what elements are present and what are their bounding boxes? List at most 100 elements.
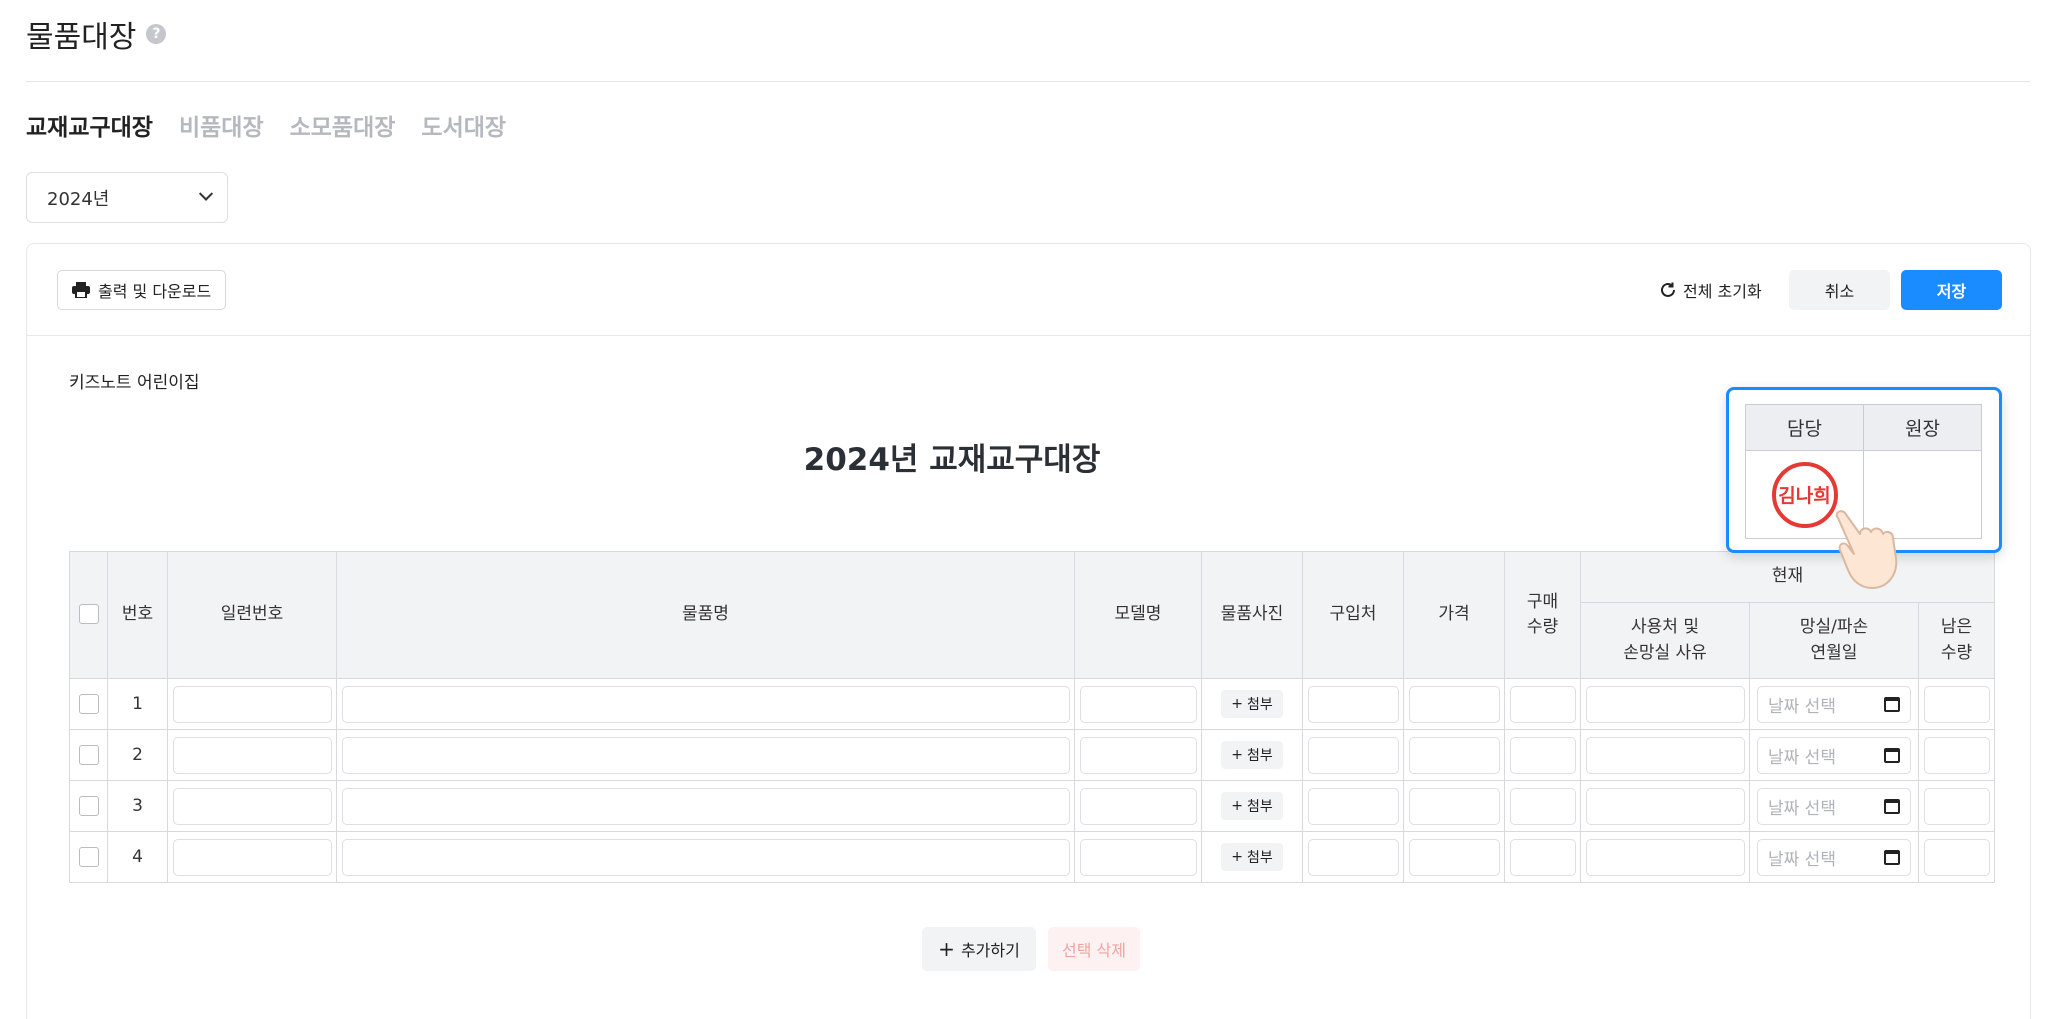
header-model: 모델명 <box>1074 551 1202 679</box>
item-name-input[interactable] <box>341 787 1070 825</box>
approval-header-manager: 담당 <box>1745 404 1864 451</box>
page-title-text: 물품대장 <box>26 20 137 55</box>
date-placeholder: 날짜 선택 <box>1768 849 1836 870</box>
usage-input[interactable] <box>1585 685 1745 723</box>
print-download-button[interactable]: 출력 및 다운로드 <box>57 270 227 310</box>
model-input[interactable] <box>1079 787 1197 825</box>
vendor-input[interactable] <box>1307 736 1399 774</box>
plus-icon: + <box>1231 849 1243 865</box>
serial-input[interactable] <box>172 787 332 825</box>
item-name-input[interactable] <box>341 685 1070 723</box>
remaining-qty-input[interactable] <box>1923 736 1990 774</box>
serial-input[interactable] <box>172 838 332 876</box>
usage-input[interactable] <box>1585 838 1745 876</box>
date-placeholder: 날짜 선택 <box>1768 696 1836 717</box>
pointing-hand-icon <box>1835 510 1898 589</box>
header-vendor: 구입처 <box>1302 551 1404 679</box>
item-name-input[interactable] <box>341 838 1070 876</box>
header-number: 번호 <box>107 551 168 679</box>
price-input[interactable] <box>1408 787 1500 825</box>
vendor-input[interactable] <box>1307 685 1399 723</box>
serial-input[interactable] <box>172 736 332 774</box>
usage-input[interactable] <box>1585 787 1745 825</box>
calendar-icon <box>1884 849 1900 865</box>
toolbar: 출력 및 다운로드 전체 초기화 취소 저장 <box>27 244 2030 336</box>
header-current: 현재 <box>1580 551 1995 603</box>
row-number: 3 <box>107 780 168 832</box>
document-title: 2024년 교재교구대장 <box>803 442 1101 478</box>
row-number: 4 <box>107 831 168 883</box>
date-placeholder: 날짜 선택 <box>1768 798 1836 819</box>
year-select[interactable]: 2024년 <box>26 172 228 223</box>
add-row-button[interactable]: + 추가하기 <box>922 927 1036 971</box>
header-price: 가격 <box>1403 551 1505 679</box>
tab-consumables[interactable]: 소모품대장 <box>290 108 396 142</box>
purchase-qty-input[interactable] <box>1509 787 1576 825</box>
vendor-input[interactable] <box>1307 838 1399 876</box>
purchase-qty-input[interactable] <box>1509 736 1576 774</box>
question-circle-icon[interactable]: ? <box>146 24 167 44</box>
model-input[interactable] <box>1079 736 1197 774</box>
calendar-icon <box>1884 798 1900 814</box>
vendor-input[interactable] <box>1307 787 1399 825</box>
table-row: 2 + 첨부 날짜 선택 <box>69 729 1995 781</box>
plus-icon: + <box>1231 747 1243 763</box>
model-input[interactable] <box>1079 685 1197 723</box>
date-placeholder: 날짜 선택 <box>1768 747 1836 768</box>
table-row: 3 + 첨부 날짜 선택 <box>69 780 1995 832</box>
purchase-qty-input[interactable] <box>1509 685 1576 723</box>
lost-date-picker[interactable]: 날짜 선택 <box>1757 685 1911 723</box>
header-lost-date-line1: 망실/파손 <box>1799 617 1869 637</box>
model-input[interactable] <box>1079 838 1197 876</box>
attach-photo-button[interactable]: + 첨부 <box>1221 741 1283 769</box>
lost-date-picker[interactable]: 날짜 선택 <box>1757 736 1911 774</box>
save-button[interactable]: 저장 <box>1901 270 2002 310</box>
plus-icon: + <box>1231 798 1243 814</box>
header-remaining-line1: 남은 <box>1940 617 1973 637</box>
item-name-input[interactable] <box>341 736 1070 774</box>
price-input[interactable] <box>1408 685 1500 723</box>
price-input[interactable] <box>1408 838 1500 876</box>
header-lost-date-line2: 연월일 <box>1810 642 1858 663</box>
price-input[interactable] <box>1408 736 1500 774</box>
delete-selected-button[interactable]: 선택 삭제 <box>1048 927 1140 971</box>
header-serial: 일련번호 <box>167 551 337 679</box>
purchase-qty-input[interactable] <box>1509 838 1576 876</box>
attach-label: 첨부 <box>1246 799 1273 815</box>
usage-input[interactable] <box>1585 736 1745 774</box>
table-row: 4 + 첨부 날짜 선택 <box>69 831 1995 883</box>
attach-photo-button[interactable]: + 첨부 <box>1221 690 1283 718</box>
tab-teaching-materials[interactable]: 교재교구대장 <box>26 108 153 142</box>
row-checkbox[interactable] <box>78 847 99 867</box>
cancel-button[interactable]: 취소 <box>1789 270 1890 310</box>
attach-photo-button[interactable]: + 첨부 <box>1221 792 1283 820</box>
remaining-qty-input[interactable] <box>1923 787 1990 825</box>
header-usage-line2: 손망실 사유 <box>1623 642 1707 663</box>
row-checkbox[interactable] <box>78 694 99 714</box>
row-checkbox[interactable] <box>78 796 99 816</box>
header-remaining: 남은 수량 <box>1918 602 1995 679</box>
add-row-label: 추가하기 <box>960 941 1020 960</box>
approval-header-director: 원장 <box>1863 404 1982 451</box>
ledger-table: 번호 일련번호 물품명 모델명 물품사진 구입처 가격 구매 수량 현재 사용처… <box>69 551 1995 883</box>
lost-date-picker[interactable]: 날짜 선택 <box>1757 838 1911 876</box>
print-download-label: 출력 및 다운로드 <box>98 282 212 301</box>
lost-date-picker[interactable]: 날짜 선택 <box>1757 787 1911 825</box>
table-row: 1 + 첨부 날짜 선택 <box>69 678 1995 730</box>
select-all-checkbox[interactable] <box>78 604 99 625</box>
plus-icon: + <box>1231 696 1243 712</box>
header-purchase-qty: 구매 수량 <box>1504 551 1581 679</box>
serial-input[interactable] <box>172 685 332 723</box>
attach-label: 첨부 <box>1246 748 1273 764</box>
remaining-qty-input[interactable] <box>1923 838 1990 876</box>
attach-photo-button[interactable]: + 첨부 <box>1221 843 1283 871</box>
reset-all-label: 전체 초기화 <box>1683 282 1762 301</box>
reset-all-button[interactable]: 전체 초기화 <box>1659 270 1762 310</box>
refresh-icon <box>1661 282 1675 297</box>
tab-books[interactable]: 도서대장 <box>421 108 506 142</box>
row-number: 2 <box>107 729 168 781</box>
tab-fixtures[interactable]: 비품대장 <box>179 108 264 142</box>
attach-label: 첨부 <box>1246 697 1273 713</box>
remaining-qty-input[interactable] <box>1923 685 1990 723</box>
row-checkbox[interactable] <box>78 745 99 765</box>
